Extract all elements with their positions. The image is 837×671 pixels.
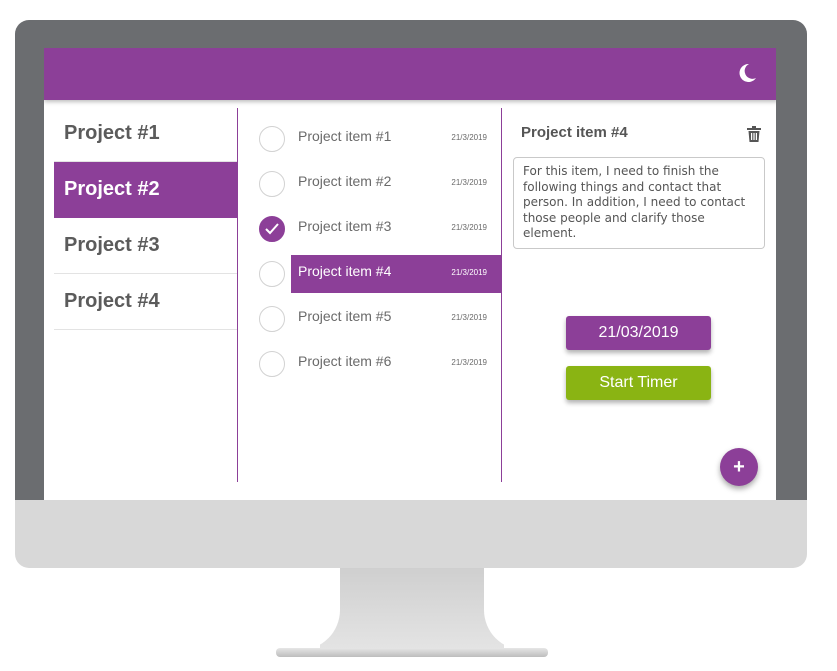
- item-checkbox[interactable]: [259, 171, 285, 197]
- monitor-stand-base: [276, 648, 548, 657]
- moon-icon[interactable]: [736, 62, 758, 84]
- item-label: Project item #6: [298, 353, 392, 369]
- list-item[interactable]: Project item #1 21/3/2019: [238, 118, 501, 163]
- column-divider: [501, 108, 502, 482]
- item-label: Project item #5: [298, 308, 392, 324]
- item-date: 21/3/2019: [451, 133, 487, 142]
- item-checkbox[interactable]: [259, 126, 285, 152]
- item-label: Project item #4: [298, 263, 392, 279]
- app-header: [44, 48, 776, 100]
- item-date: 21/3/2019: [451, 313, 487, 322]
- project-list: Project #1 Project #2 Project #3 Project…: [54, 106, 237, 330]
- monitor-stand: [300, 568, 524, 650]
- list-item[interactable]: Project item #5 21/3/2019: [238, 298, 501, 343]
- date-button[interactable]: 21/03/2019: [566, 316, 711, 350]
- app-screen: Project #1 Project #2 Project #3 Project…: [44, 48, 776, 500]
- add-item-button[interactable]: +: [720, 448, 758, 486]
- item-date: 21/3/2019: [451, 178, 487, 187]
- item-checkbox[interactable]: [259, 351, 285, 377]
- start-timer-button[interactable]: Start Timer: [566, 366, 711, 400]
- item-checkbox[interactable]: [259, 306, 285, 332]
- item-list: Project item #1 21/3/2019 Project item #…: [238, 118, 501, 388]
- list-item[interactable]: Project item #4 21/3/2019: [238, 253, 501, 298]
- item-checkbox[interactable]: [259, 261, 285, 287]
- detail-title: Project item #4: [521, 124, 628, 141]
- project-item-1[interactable]: Project #1: [54, 106, 237, 162]
- item-label: Project item #3: [298, 218, 392, 234]
- list-item[interactable]: Project item #3 21/3/2019: [238, 208, 501, 253]
- list-item[interactable]: Project item #6 21/3/2019: [238, 343, 501, 388]
- project-item-3[interactable]: Project #3: [54, 218, 237, 274]
- list-item[interactable]: Project item #2 21/3/2019: [238, 163, 501, 208]
- project-item-4[interactable]: Project #4: [54, 274, 237, 330]
- item-label: Project item #1: [298, 128, 392, 144]
- item-date: 21/3/2019: [451, 223, 487, 232]
- trash-icon[interactable]: [747, 126, 761, 142]
- notes-textarea[interactable]: For this item, I need to finish the foll…: [513, 157, 765, 249]
- item-date: 21/3/2019: [451, 358, 487, 367]
- item-date: 21/3/2019: [451, 268, 487, 277]
- item-checkbox[interactable]: [259, 216, 285, 242]
- project-item-2[interactable]: Project #2: [54, 162, 237, 218]
- item-label: Project item #2: [298, 173, 392, 189]
- monitor-chin: [15, 500, 807, 568]
- checkmark-icon: [265, 223, 279, 235]
